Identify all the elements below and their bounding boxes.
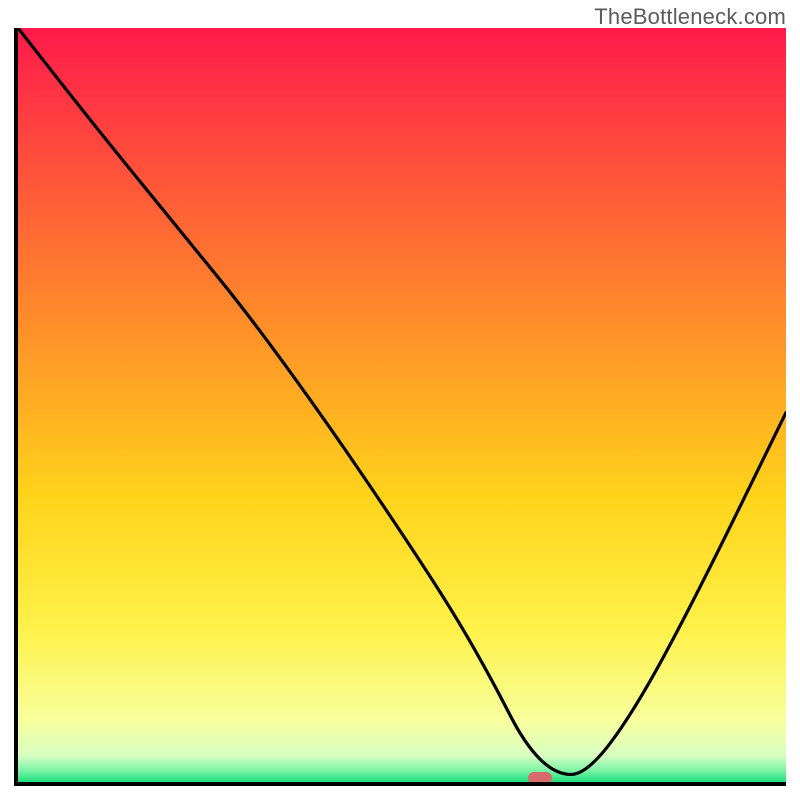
plot-frame bbox=[14, 28, 786, 786]
gradient-background bbox=[18, 28, 786, 782]
plot-svg bbox=[18, 28, 786, 782]
optimum-marker bbox=[528, 772, 552, 784]
chart-container: TheBottleneck.com bbox=[0, 0, 800, 800]
plot-inner bbox=[18, 28, 786, 782]
watermark-text: TheBottleneck.com bbox=[594, 4, 786, 30]
